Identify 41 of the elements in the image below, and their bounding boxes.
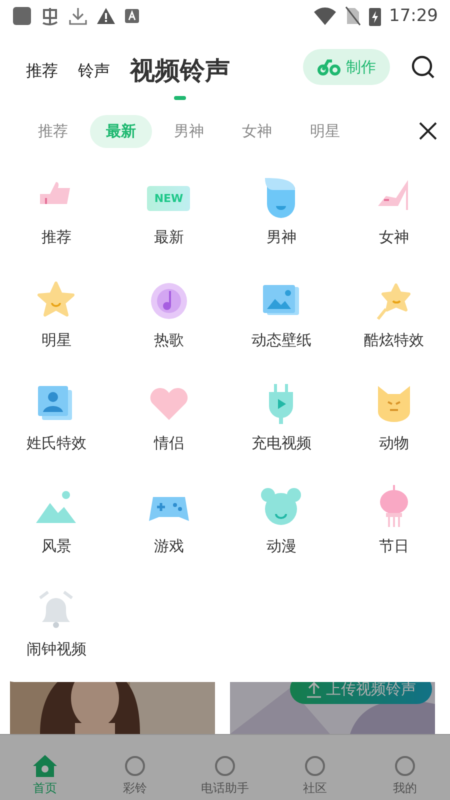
no-sim-icon bbox=[345, 6, 361, 26]
download-icon bbox=[68, 6, 88, 26]
category-label[interactable]: 动漫 bbox=[266, 537, 296, 556]
category-label[interactable]: 动态壁纸 bbox=[251, 331, 312, 350]
category-label[interactable]: 节日 bbox=[378, 537, 409, 556]
header-tab[interactable]: 铃声 bbox=[78, 44, 110, 100]
wifi-icon bbox=[313, 6, 337, 26]
header-tab[interactable]: 推荐 bbox=[26, 44, 58, 100]
category-label[interactable]: 女神 bbox=[378, 228, 409, 247]
nav-icon bbox=[122, 754, 148, 778]
category-label[interactable]: 姓氏特效 bbox=[26, 434, 86, 453]
category-label[interactable]: 闹钟视频 bbox=[26, 640, 86, 659]
bicycle-icon bbox=[317, 58, 341, 76]
category-label[interactable]: 动物 bbox=[378, 434, 409, 453]
nav-icon bbox=[392, 754, 418, 778]
category-label[interactable]: 情侣 bbox=[154, 434, 184, 453]
category-label[interactable]: 推荐 bbox=[41, 228, 72, 247]
category-label[interactable]: 充电视频 bbox=[251, 434, 312, 453]
close-icon[interactable] bbox=[418, 121, 438, 141]
category-tab[interactable]: 推荐 bbox=[22, 114, 84, 148]
nav-icon bbox=[302, 754, 328, 778]
clock-time: 17:29 bbox=[389, 6, 438, 26]
category-label[interactable]: 男神 bbox=[266, 228, 296, 247]
home-icon bbox=[32, 754, 58, 778]
nav-icon bbox=[212, 754, 238, 778]
app-icon bbox=[12, 6, 32, 26]
new-badge: NEW bbox=[147, 186, 190, 210]
warning-icon bbox=[96, 6, 116, 26]
category-tab[interactable]: 女神 bbox=[226, 114, 288, 148]
category-label[interactable]: 酷炫特效 bbox=[364, 331, 424, 350]
battery-icon bbox=[369, 6, 381, 26]
keyboard-icon bbox=[124, 8, 140, 24]
category-label[interactable]: 明星 bbox=[41, 331, 72, 350]
category-label[interactable]: 游戏 bbox=[154, 537, 184, 556]
category-tab[interactable]: 明星 bbox=[294, 114, 356, 148]
category-tab[interactable]: 男神 bbox=[158, 114, 220, 148]
category-label[interactable]: 风景 bbox=[41, 537, 72, 556]
category-label[interactable]: 最新 bbox=[154, 228, 184, 247]
category-label[interactable]: 热歌 bbox=[154, 331, 184, 350]
header-tab[interactable]: 视频铃声 bbox=[130, 44, 230, 100]
search-icon[interactable] bbox=[410, 54, 436, 80]
